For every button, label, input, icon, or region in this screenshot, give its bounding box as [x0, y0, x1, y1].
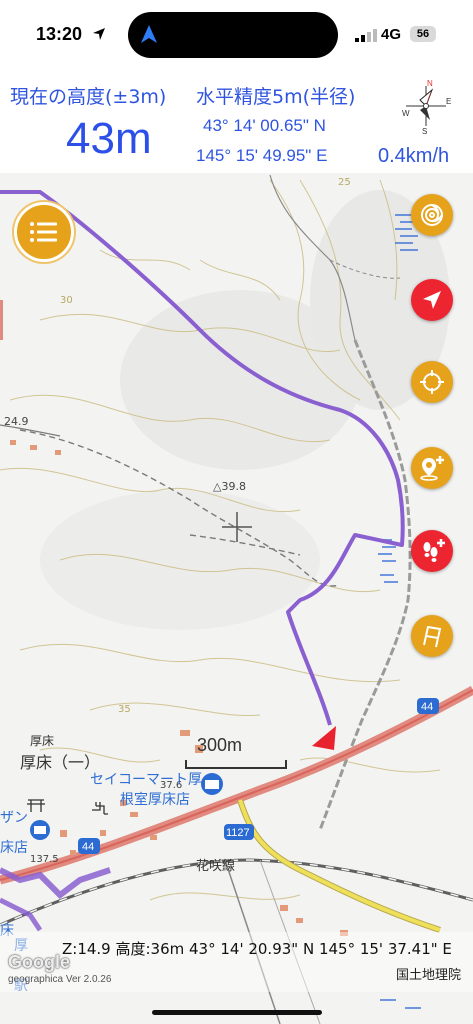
store-label-2: 根室厚床店 [120, 791, 190, 808]
app-version: geographica Ver 2.0.26 [8, 974, 112, 985]
add-footprint-button[interactable] [411, 530, 453, 572]
compass-north-label: N [427, 79, 433, 88]
cursor-info-text: Z:14.9 高度:36m 43° 14' 20.93" N 145° 15' … [62, 940, 452, 958]
swirl-icon [421, 204, 443, 226]
locate-button[interactable] [411, 279, 453, 321]
network-type: 4G [381, 26, 402, 43]
home-indicator[interactable] [152, 1010, 322, 1015]
map-canvas[interactable]: 24.9 △39.8 37.6 137.5 25 30 35 厚床 厚床（一） … [0, 173, 473, 1024]
railway-label: 花咲線 [196, 858, 235, 874]
accuracy-label: 水平精度5m(半径) [196, 86, 356, 108]
location-arrow-icon [93, 28, 105, 40]
scale-bar-label: 300m [197, 735, 243, 755]
add-location-pin-icon [420, 456, 444, 481]
contour-label-25: 25 [338, 177, 351, 188]
flag-button[interactable] [411, 615, 453, 657]
battery-indicator: 56 [410, 26, 436, 42]
map-attribution[interactable]: 国土地理院 [396, 964, 461, 983]
route-shield-1127-label: 1127 [226, 827, 250, 839]
contour-label-30: 30 [60, 295, 73, 306]
altitude-value: 43m [66, 114, 152, 163]
store-left-label-2: 床店 [0, 840, 28, 856]
menu-icon [30, 222, 57, 242]
layers-button[interactable] [411, 194, 453, 236]
place-label-small: 厚床 [30, 734, 54, 748]
route-shield-44b-label: 44 [82, 841, 94, 853]
altitude-label: 現在の高度(±3m) [10, 86, 167, 108]
google-logo: Google [8, 952, 70, 972]
compass-icon[interactable]: N S W E [396, 76, 456, 136]
menu-button[interactable] [14, 202, 74, 262]
crosshair-icon [420, 370, 444, 394]
contour-label-35: 35 [118, 704, 131, 715]
compass-west-label: W [402, 109, 410, 118]
store-label-1: セイコーマート厚 [90, 772, 202, 788]
route-shield-44-label: 44 [421, 701, 433, 713]
center-map-button[interactable] [411, 361, 453, 403]
flag-icon [423, 625, 442, 648]
place-label-main: 厚床（一） [20, 753, 100, 772]
store-left-label-1: ザン [0, 810, 28, 826]
gps-info-panel: 現在の高度(±3m) 43m 水平精度5m(半径) 43° 14' 00.65"… [0, 70, 473, 173]
navigation-indicator-icon [141, 25, 157, 43]
status-time: 13:20 [36, 24, 83, 44]
speed-value: 0.4km/h [378, 145, 450, 167]
map-label-elev-1: 24.9 [4, 415, 29, 428]
status-bar: 13:20 4G 56 [0, 0, 473, 70]
longitude-value: 145° 15' 49.95" E [196, 146, 328, 165]
compass-east-label: E [446, 97, 451, 106]
add-footprints-icon [423, 539, 445, 562]
compass-south-label: S [422, 127, 427, 136]
navigation-arrow-icon [423, 291, 441, 309]
map-label-elev-2: △39.8 [213, 480, 246, 493]
signal-icon [355, 29, 377, 42]
add-pin-button[interactable] [411, 447, 453, 489]
latitude-value: 43° 14' 00.65" N [203, 116, 326, 135]
map-label-elev-4: 137.5 [30, 854, 59, 865]
dynamic-island [128, 12, 338, 58]
